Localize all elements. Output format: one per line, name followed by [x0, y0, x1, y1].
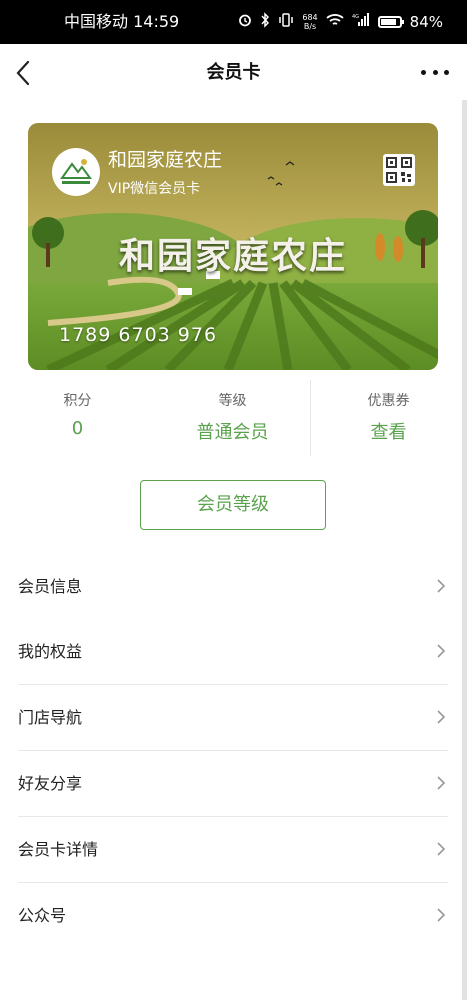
network-type: 4G — [352, 14, 359, 20]
battery-icon — [377, 16, 404, 28]
stats-row: 积分 0 等级 普通会员 优惠券 查看 — [0, 380, 467, 458]
menu-item-official-account[interactable]: 公众号 — [18, 883, 448, 948]
chevron-right-icon — [437, 776, 446, 790]
menu-item-card-details[interactable]: 会员卡详情 — [18, 817, 448, 883]
more-button[interactable] — [421, 62, 449, 82]
chevron-right-icon — [437, 710, 446, 724]
qr-code-button[interactable] — [383, 154, 415, 186]
store-logo — [52, 148, 100, 196]
menu-list: 会员信息 我的权益 门店导航 好友分享 会员卡详情 公众号 — [18, 554, 448, 948]
alarm-icon — [238, 13, 252, 31]
coupons-view-link[interactable]: 查看 — [311, 418, 466, 444]
points-stat[interactable]: 积分 0 — [0, 380, 155, 458]
signal-icon: 4G — [352, 13, 370, 31]
wifi-icon — [326, 13, 344, 31]
net-speed-value: 684 — [302, 13, 318, 22]
points-value: 0 — [71, 418, 84, 439]
chevron-right-icon — [437, 842, 446, 856]
vibrate-icon — [278, 13, 294, 31]
menu-item-label: 会员卡详情 — [18, 840, 99, 859]
menu-item-label: 好友分享 — [18, 774, 83, 793]
chevron-right-icon — [437, 579, 446, 593]
more-dots-icon — [421, 69, 426, 75]
level-stat[interactable]: 等级 普通会员 — [155, 380, 310, 458]
menu-item-member-info[interactable]: 会员信息 — [18, 554, 448, 619]
status-icons: 684 B/s 4G 84% — [238, 0, 443, 44]
carrier-time: 中国移动 14:59 — [64, 12, 180, 31]
page-title: 会员卡 — [206, 62, 261, 83]
member-level-button[interactable]: 会员等级 — [140, 480, 326, 530]
card-type: VIP微信会员卡 — [108, 181, 201, 197]
scrollbar[interactable] — [462, 100, 467, 1000]
membership-card[interactable]: 和园家庭农庄 VIP微信会员卡 和园家庭农庄 1789 6703 976 — [28, 123, 438, 370]
store-name: 和园家庭农庄 — [108, 149, 223, 171]
menu-item-share-friends[interactable]: 好友分享 — [18, 751, 448, 817]
card-banner-title: 和园家庭农庄 — [118, 236, 347, 277]
menu-item-store-navigation[interactable]: 门店导航 — [18, 685, 448, 751]
chevron-right-icon — [437, 908, 446, 922]
card-number: 1789 6703 976 — [59, 324, 218, 346]
menu-item-label: 我的权益 — [18, 642, 83, 661]
net-speed-unit: B/s — [303, 22, 317, 31]
qr-code-icon — [386, 157, 412, 183]
battery-percent: 84% — [409, 13, 443, 31]
nav-bar: 会员卡 — [0, 44, 467, 102]
level-value: 普通会员 — [196, 422, 269, 443]
status-bar: 中国移动 14:59 684 B/s 4G 84% — [0, 0, 467, 44]
coupons-label: 优惠券 — [367, 393, 410, 409]
points-label: 积分 — [63, 393, 92, 409]
menu-item-my-benefits[interactable]: 我的权益 — [18, 619, 448, 685]
menu-item-label: 会员信息 — [18, 577, 83, 596]
bluetooth-icon — [260, 12, 270, 32]
menu-item-label: 门店导航 — [18, 708, 83, 727]
menu-item-label: 公众号 — [18, 906, 67, 925]
level-label: 等级 — [218, 393, 247, 409]
coupons-stat[interactable]: 优惠券 查看 — [311, 380, 466, 458]
net-speed: 684 B/s — [302, 13, 317, 31]
logo-mountain-icon — [60, 159, 92, 184]
chevron-right-icon — [437, 644, 446, 658]
